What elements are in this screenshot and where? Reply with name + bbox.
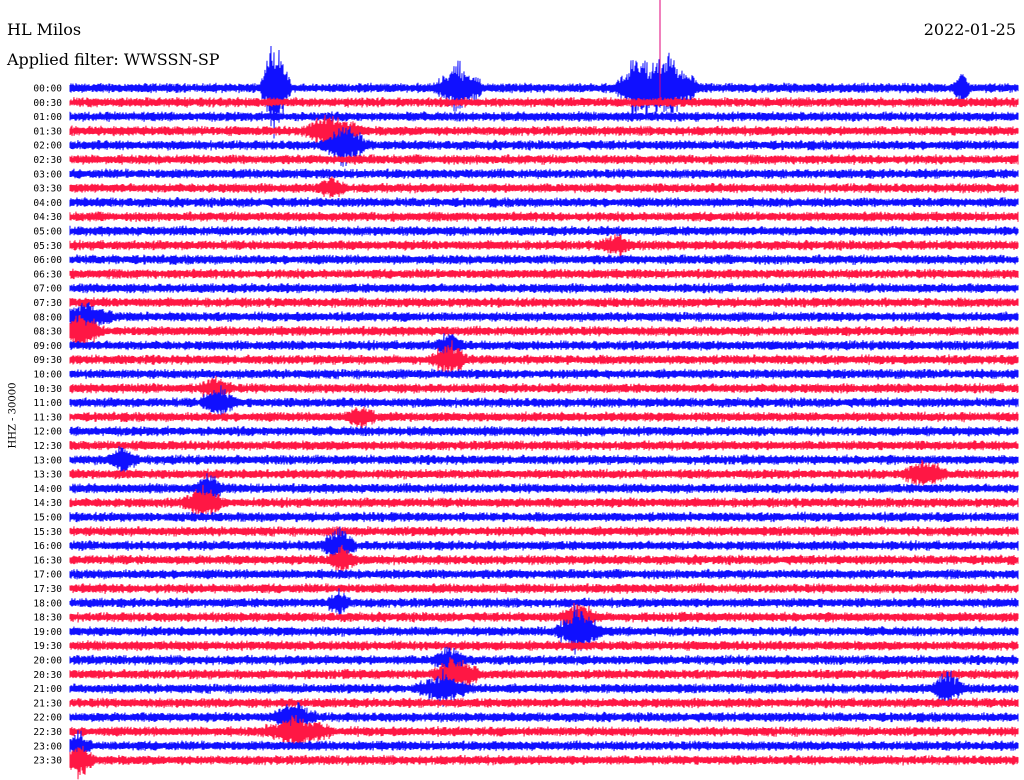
trace-row-1700 (69, 568, 1019, 580)
time-label-1430: 14:30 (33, 498, 62, 509)
time-label-1100: 11:00 (33, 398, 62, 409)
trace-row-2330 (69, 745, 1019, 780)
time-label-0900: 09:00 (33, 341, 62, 352)
time-label-0830: 08:30 (33, 327, 62, 338)
trace-row-1730 (69, 583, 1019, 594)
time-label-0200: 02:00 (33, 141, 62, 152)
trace-row-1200 (69, 425, 1019, 437)
trace-row-1530 (69, 525, 1019, 537)
trace-group (69, 45, 1019, 780)
time-label-1000: 10:00 (33, 370, 62, 381)
time-label-0730: 07:30 (33, 298, 62, 309)
time-label-0400: 04:00 (33, 198, 62, 209)
trace-row-0600 (69, 254, 1019, 266)
time-label-0530: 05:30 (33, 241, 62, 252)
time-label-1030: 10:30 (33, 384, 62, 395)
time-label-0300: 03:00 (33, 169, 62, 180)
trace-row-0330 (69, 176, 1019, 198)
time-label-1600: 16:00 (33, 541, 62, 552)
time-label-1300: 13:00 (33, 455, 62, 466)
time-label-1700: 17:00 (33, 570, 62, 581)
time-label-0600: 06:00 (33, 255, 62, 266)
time-label-2130: 21:30 (33, 698, 62, 709)
time-label-0800: 08:00 (33, 312, 62, 323)
time-label-0130: 01:30 (33, 126, 62, 137)
trace-row-0530 (69, 234, 1019, 258)
trace-row-0700 (69, 282, 1019, 294)
time-label-2000: 20:00 (33, 656, 62, 667)
time-label-0230: 02:30 (33, 155, 62, 166)
trace-row-0030 (69, 96, 1019, 108)
time-label-1930: 19:30 (33, 641, 62, 652)
time-label-2300: 23:00 (33, 741, 62, 752)
time-label-0000: 00:00 (33, 84, 62, 95)
time-label-1200: 12:00 (33, 427, 62, 438)
trace-row-0300 (69, 168, 1019, 180)
time-label-2200: 22:00 (33, 713, 62, 724)
time-label-0700: 07:00 (33, 284, 62, 295)
time-label-2100: 21:00 (33, 684, 62, 695)
time-label-1730: 17:30 (33, 584, 62, 595)
trace-row-0000 (69, 45, 1019, 139)
trace-row-2130 (69, 697, 1019, 709)
time-label-1830: 18:30 (33, 613, 62, 624)
time-label-1230: 12:30 (33, 441, 62, 452)
time-label-0100: 01:00 (33, 112, 62, 123)
time-label-1530: 15:30 (33, 527, 62, 538)
time-label-1400: 14:00 (33, 484, 62, 495)
time-label-1330: 13:30 (33, 470, 62, 481)
time-label-0030: 00:30 (33, 98, 62, 109)
time-label-1500: 15:00 (33, 513, 62, 524)
time-label-2030: 20:30 (33, 670, 62, 681)
trace-row-0430 (69, 211, 1019, 223)
time-label-1900: 19:00 (33, 627, 62, 638)
time-label-2230: 22:30 (33, 727, 62, 738)
helicorder-plot: 00:00 00:30 01:00 01:30 02:00 02:30 03:00 03:30… (33, 0, 1019, 780)
trace-row-2000 (69, 646, 1019, 672)
time-label-1800: 18:00 (33, 598, 62, 609)
trace-row-1230 (69, 440, 1019, 452)
time-label-0930: 09:30 (33, 355, 62, 366)
time-label-0330: 03:30 (33, 184, 62, 195)
time-label-group: 00:00 00:30 01:00 01:30 02:00 02:30 03:00 03:30… (33, 84, 62, 767)
trace-row-0630 (69, 268, 1019, 280)
time-label-0430: 04:30 (33, 212, 62, 223)
trace-row-1300 (69, 446, 1019, 474)
time-label-0500: 05:00 (33, 227, 62, 238)
trace-row-0400 (69, 196, 1019, 208)
time-label-2330: 23:30 (33, 756, 62, 767)
trace-row-1930 (69, 640, 1019, 652)
trace-row-0500 (69, 225, 1019, 237)
trace-row-0730 (69, 297, 1019, 308)
trace-row-1500 (69, 511, 1019, 523)
trace-row-0100 (69, 111, 1019, 123)
time-label-0630: 06:30 (33, 269, 62, 280)
trace-row-1000 (69, 368, 1019, 380)
time-label-1630: 16:30 (33, 555, 62, 566)
time-label-1130: 11:30 (33, 412, 62, 423)
trace-row-0230 (69, 154, 1019, 165)
